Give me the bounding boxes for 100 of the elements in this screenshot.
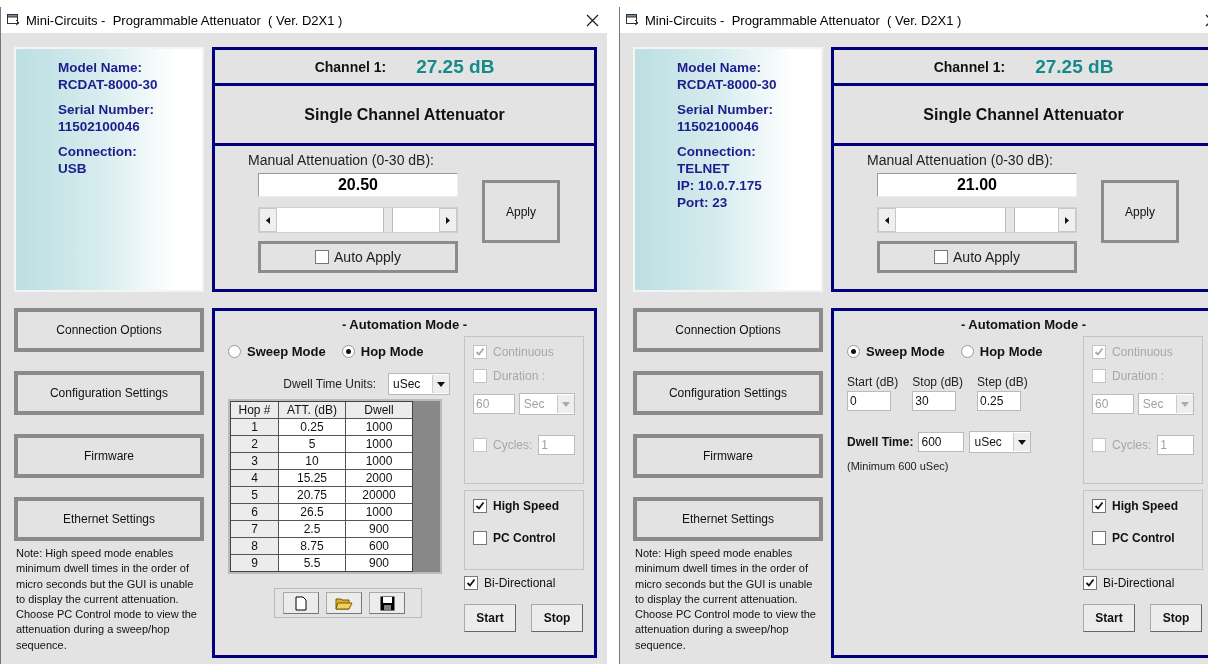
dwell-units-dropdown[interactable]: uSec — [388, 373, 450, 395]
scroll-left-button[interactable] — [878, 208, 896, 232]
slider-thumb[interactable] — [1005, 208, 1016, 232]
side-button[interactable]: Firmware — [14, 434, 204, 478]
info-label: Model Name: — [58, 59, 143, 76]
input-field[interactable]: 0.25 — [977, 391, 1022, 411]
table-cell: 1000 — [346, 504, 412, 520]
info-value: Port: 23 — [677, 194, 729, 211]
device-title: Single Channel Attenuator — [923, 105, 1124, 124]
table-cell: 5.5 — [279, 555, 345, 571]
side-button[interactable]: Ethernet Settings — [633, 497, 823, 541]
channel-label: Channel 1: — [933, 58, 1006, 75]
close-icon[interactable] — [586, 13, 599, 27]
table-cell: 900 — [346, 521, 412, 537]
scroll-right-button[interactable] — [439, 208, 457, 232]
checkbox-label: Auto Apply — [334, 249, 401, 265]
radio-button[interactable] — [341, 345, 355, 358]
radio-label: Sweep Mode — [247, 344, 326, 359]
table-cell: 4 — [231, 470, 278, 486]
checkbox[interactable] — [473, 531, 487, 545]
checkbox[interactable] — [315, 250, 330, 264]
attenuation-slider[interactable] — [877, 207, 1077, 233]
checkbox[interactable] — [1092, 438, 1106, 452]
auto-apply-toggle[interactable]: Auto Apply — [877, 241, 1077, 273]
table-cell: 20.75 — [279, 487, 345, 503]
checkbox[interactable] — [473, 369, 487, 383]
table-cell: 2000 — [346, 470, 412, 486]
field-label: Start (dB) — [847, 375, 899, 389]
attenuation-slider[interactable] — [258, 207, 458, 233]
stop-button[interactable]: Stop — [1150, 604, 1202, 632]
minimum-note: (Minimum 600 uSec) — [847, 460, 950, 472]
start-button[interactable]: Start — [1083, 604, 1135, 632]
left-arrow-icon — [885, 216, 889, 224]
checkbox-label: High Speed — [493, 499, 559, 513]
checkbox[interactable] — [1092, 531, 1106, 545]
checkbox-label: Duration : — [493, 369, 546, 383]
device-title: Single Channel Attenuator — [304, 105, 505, 124]
checkbox-label: Cycles: — [493, 438, 533, 452]
table-cell: 6 — [231, 504, 278, 520]
open-file-button[interactable] — [326, 592, 362, 614]
info-value: TELNET — [677, 160, 731, 177]
auto-apply-toggle[interactable]: Auto Apply — [258, 241, 458, 273]
dropdown-arrow-icon — [1018, 439, 1027, 445]
dwell-time-field[interactable]: 600 — [918, 432, 965, 452]
radio-button[interactable] — [228, 345, 241, 358]
save-button[interactable] — [369, 592, 405, 614]
table-cell: 900 — [346, 555, 412, 571]
stop-button[interactable]: Stop — [531, 604, 583, 632]
radio-button[interactable] — [960, 345, 974, 358]
info-value: USB — [58, 160, 88, 177]
table-cell: 2.5 — [279, 521, 345, 537]
checkbox[interactable] — [1092, 499, 1106, 513]
table-cell: 20000 — [346, 487, 412, 503]
radio-button[interactable] — [847, 345, 860, 358]
checkbox-label: Auto Apply — [953, 249, 1020, 265]
side-button[interactable]: Firmware — [633, 434, 823, 478]
checkbox-label: Bi-Directional — [484, 576, 556, 590]
info-label: Model Name: — [677, 59, 762, 76]
checkbox-label: Cycles: — [1112, 438, 1152, 452]
apply-button[interactable]: Apply — [1101, 180, 1179, 243]
attenuation-field[interactable]: 21.00 — [877, 173, 1077, 197]
channel-label: Channel 1: — [314, 58, 387, 75]
input-field[interactable]: 0 — [847, 391, 891, 411]
attenuation-field[interactable]: 20.50 — [258, 173, 458, 197]
channel-value: 27.25 dB — [1035, 55, 1114, 78]
side-button[interactable]: Connection Options — [14, 308, 204, 352]
column-header: Hop # — [231, 402, 278, 418]
checkbox-label: High Speed — [1112, 499, 1178, 513]
checkbox[interactable] — [473, 345, 487, 359]
window-title: Mini-Circuits - Programmable Attenuator ( Ver. D2X1 ) — [26, 12, 344, 28]
info-value: RCDAT-8000-30 — [677, 76, 778, 93]
dropdown-arrow-icon — [437, 381, 445, 387]
scroll-left-button[interactable] — [259, 208, 277, 232]
checkbox[interactable] — [473, 499, 487, 513]
checkbox[interactable] — [934, 250, 949, 264]
side-button[interactable]: Connection Options — [633, 308, 823, 352]
checkbox[interactable] — [1083, 576, 1097, 590]
checkbox[interactable] — [1092, 369, 1106, 383]
checkbox[interactable] — [464, 576, 478, 590]
side-button[interactable]: Configuration Settings — [633, 371, 823, 415]
table-cell: 7 — [231, 521, 278, 537]
side-button[interactable]: Ethernet Settings — [14, 497, 204, 541]
note-text: Note: High speed mode enables minimum dwell times in the order of micro seconds but the GUI is unable to display the current attenuation. Choose PC Control mode to view the attenuation during a sweep/hop sequence. — [16, 546, 198, 653]
checkbox[interactable] — [473, 438, 487, 452]
input-field[interactable]: 30 — [912, 391, 957, 411]
start-button[interactable]: Start — [464, 604, 516, 632]
dwell-units-dropdown[interactable]: uSec — [969, 431, 1032, 453]
info-value: 11502100046 — [677, 118, 760, 135]
automation-title: - Automation Mode - — [341, 317, 468, 332]
table-cell: 8.75 — [279, 538, 345, 554]
table-cell: 1 — [231, 419, 278, 435]
checkbox[interactable] — [1092, 345, 1106, 359]
slider-thumb[interactable] — [383, 208, 394, 232]
info-label: Serial Number: — [58, 101, 156, 118]
new-file-button[interactable] — [283, 592, 319, 614]
table-cell: 15.25 — [279, 470, 345, 486]
table-cell: 5 — [279, 436, 345, 452]
side-button[interactable]: Configuration Settings — [14, 371, 204, 415]
scroll-right-button[interactable] — [1058, 208, 1076, 232]
apply-button[interactable]: Apply — [482, 180, 560, 243]
